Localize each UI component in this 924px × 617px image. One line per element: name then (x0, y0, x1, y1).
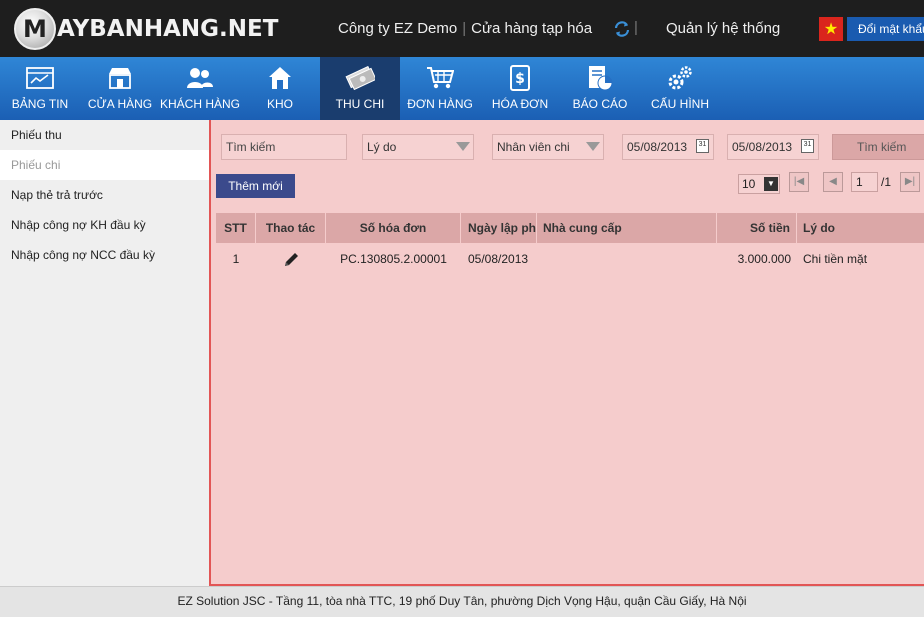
cell-invoice-number: PC.130805.2.00001 (340, 252, 447, 266)
date-from-value: 05/08/2013 (627, 140, 688, 154)
prev-page-icon: ◀ (829, 176, 837, 187)
nav-label: THU CHI (335, 97, 385, 111)
nav-label: CẤU HÌNH (650, 97, 709, 111)
change-password-button[interactable]: Đổi mật khẩu (847, 17, 924, 41)
system-management-link[interactable]: Quản lý hệ thống (666, 20, 780, 37)
report-icon (585, 65, 615, 91)
nav-label: HÓA ĐƠN (491, 97, 549, 111)
header-divider: | (634, 19, 638, 36)
date-to-field[interactable]: 05/08/2013 31 (727, 134, 819, 160)
nav-label: CỬA HÀNG (87, 97, 153, 111)
nav-item-orders[interactable]: ĐƠN HÀNG (400, 57, 480, 120)
table-row[interactable]: 1 PC.130805.2.00001 05/08/2013 3.000.000… (216, 244, 924, 274)
nav-label: KHÁCH HÀNG (160, 97, 241, 111)
logo-badge: M (14, 8, 56, 50)
nav-item-customers[interactable]: KHÁCH HÀNG (160, 57, 240, 120)
nav-item-invoices[interactable]: $ HÓA ĐƠN (480, 57, 560, 120)
search-input[interactable]: Tìm kiếm (221, 134, 347, 160)
employee-select-value: Nhân viên chi (497, 140, 570, 154)
date-from-field[interactable]: 05/08/2013 31 (622, 134, 714, 160)
warehouse-icon (265, 65, 295, 91)
first-page-icon: |◀ (793, 176, 805, 187)
column-header-actions[interactable]: Thao tác (256, 213, 326, 243)
cell-amount: 3.000.000 (737, 252, 791, 266)
main-nav: BẢNG TIN CỬA HÀNG KHÁCH HÀNG KHO THU CHI… (0, 57, 924, 120)
nav-label: KHO (266, 97, 293, 111)
date-to-value: 05/08/2013 (732, 140, 793, 154)
reason-select-value: Lý do (367, 140, 397, 154)
sidebar-item-prepaid-card[interactable]: Nạp thẻ trả trước (0, 180, 209, 210)
calendar-icon[interactable]: 31 (696, 139, 709, 153)
chevron-down-icon (456, 142, 470, 151)
column-header-date[interactable]: Ngày lập phiếu (461, 213, 537, 243)
page-size-select[interactable]: 10 ▼ (738, 174, 780, 194)
nav-label: ĐƠN HÀNG (407, 97, 473, 111)
nav-item-store[interactable]: CỬA HÀNG (80, 57, 160, 120)
nav-label: BẢNG TIN (11, 97, 69, 111)
settings-icon (665, 65, 695, 91)
chevron-down-icon: ▼ (764, 177, 778, 191)
store-name[interactable]: Cửa hàng tạp hóa (471, 20, 592, 37)
cell-supplier (537, 244, 717, 274)
nav-item-settings[interactable]: CẤU HÌNH (640, 57, 720, 120)
column-header-stt[interactable]: STT (216, 213, 256, 243)
cart-icon (425, 65, 455, 91)
page-size-value: 10 (742, 177, 756, 191)
company-name[interactable]: Công ty EZ Demo (338, 20, 457, 37)
footer: EZ Solution JSC - Tầng 11, tòa nhà TTC, … (0, 586, 924, 617)
column-header-invoice[interactable]: Số hóa đơn (326, 213, 461, 243)
page-number-input[interactable]: 1 (851, 172, 878, 192)
main-panel: Tìm kiếm Lý do Nhân viên chi 05/08/2013 … (209, 120, 924, 586)
add-new-button[interactable]: Thêm mới (216, 174, 295, 198)
sidebar-item-customer-debt[interactable]: Nhập công nợ KH đầu kỳ (0, 210, 209, 240)
nav-item-reports[interactable]: BÁO CÁO (560, 57, 640, 120)
first-page-button[interactable]: |◀ (789, 172, 809, 192)
company-info: Công ty EZ Demo | Cửa hàng tạp hóa (338, 20, 593, 37)
edit-icon[interactable] (256, 244, 326, 274)
cell-stt: 1 (232, 252, 240, 266)
customers-icon (185, 65, 215, 91)
invoice-icon: $ (505, 65, 535, 91)
column-header-amount[interactable]: Số tiền (717, 213, 797, 243)
nav-item-dashboard[interactable]: BẢNG TIN (0, 57, 80, 120)
sidebar-item-supplier-debt[interactable]: Nhập công nợ NCC đầu kỳ (0, 240, 209, 270)
logo[interactable]: M AYBANHANG.NET (14, 8, 278, 50)
column-header-supplier[interactable]: Nhà cung cấp (537, 213, 717, 243)
sidebar-item-payment[interactable]: Phiếu chi (0, 150, 209, 180)
chevron-down-icon (586, 142, 600, 151)
sidebar-item-receipt[interactable]: Phiếu thu (0, 120, 209, 150)
next-page-icon: ▶| (904, 176, 916, 187)
svg-text:$: $ (515, 71, 525, 87)
next-page-button[interactable]: ▶| (900, 172, 920, 192)
employee-select[interactable]: Nhân viên chi (492, 134, 604, 160)
nav-item-cashflow[interactable]: THU CHI (320, 57, 400, 120)
cash-icon (345, 65, 375, 91)
search-button[interactable]: Tìm kiếm (832, 134, 924, 160)
cell-date: 05/08/2013 (468, 252, 529, 266)
reason-select[interactable]: Lý do (362, 134, 474, 160)
dashboard-icon (25, 65, 55, 91)
column-header-reason[interactable]: Lý do (797, 213, 924, 243)
vietnam-flag-icon[interactable]: ★ (819, 17, 843, 41)
calendar-icon[interactable]: 31 (801, 139, 814, 153)
nav-label: BÁO CÁO (572, 97, 628, 111)
page-total: /1 (881, 175, 892, 189)
store-icon (105, 65, 135, 91)
sync-icon[interactable] (612, 19, 632, 39)
top-bar: M AYBANHANG.NET Công ty EZ Demo | Cửa hàng… (0, 0, 924, 57)
logo-text: AYBANHANG.NET (57, 16, 279, 42)
nav-item-warehouse[interactable]: KHO (240, 57, 320, 120)
table-header: STT Thao tác Số hóa đơn Ngày lập phiếu N… (216, 213, 924, 243)
prev-page-button[interactable]: ◀ (823, 172, 843, 192)
cell-reason: Chi tiền mặt (803, 252, 868, 266)
sidebar: Phiếu thu Phiếu chi Nạp thẻ trả trước Nh… (0, 120, 209, 586)
